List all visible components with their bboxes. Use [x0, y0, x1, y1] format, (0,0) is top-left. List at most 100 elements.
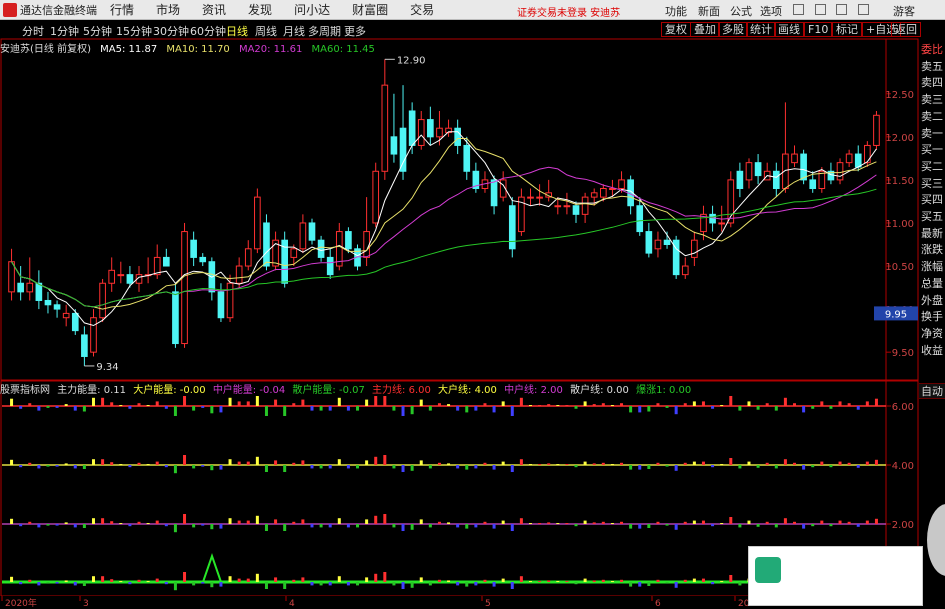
auto-button[interactable]: 自动: [919, 383, 945, 399]
energy-bar: [310, 524, 314, 528]
menu-jiaoyi[interactable]: 交易: [410, 1, 434, 18]
quote-field-17[interactable]: 净资: [919, 326, 945, 342]
energy-bar: [101, 576, 105, 582]
menu-xuanxiang[interactable]: 选项: [760, 3, 782, 19]
energy-bar: [146, 523, 150, 524]
quote-field-3[interactable]: 卖三: [919, 92, 945, 108]
energy-bar: [456, 465, 460, 469]
energy-bar: [592, 522, 596, 524]
quote-field-9[interactable]: 买四: [919, 192, 945, 208]
quote-field-12[interactable]: 涨跌: [919, 242, 945, 258]
candle-body: [809, 179, 817, 190]
energy-bar: [519, 576, 523, 582]
energy-bar: [756, 524, 760, 527]
minimize-icon[interactable]: [815, 4, 826, 15]
quote-field-18[interactable]: 收益: [919, 343, 945, 359]
quote-field-8[interactable]: 买三: [919, 176, 945, 192]
quote-field-0[interactable]: 委比: [919, 42, 945, 58]
quote-field-10[interactable]: 买五: [919, 209, 945, 225]
close-icon[interactable]: [858, 4, 869, 15]
quote-field-2[interactable]: 卖四: [919, 75, 945, 91]
candle-body: [199, 256, 207, 263]
candle-body: [800, 153, 807, 181]
back-button[interactable]: 返回: [891, 22, 921, 37]
period-15min[interactable]: 15分钟: [116, 23, 152, 39]
energy-bar: [255, 396, 259, 406]
energy-bar: [638, 582, 642, 587]
energy-bar: [356, 465, 360, 469]
menu-gongshi[interactable]: 公式: [730, 3, 752, 19]
multi-stock-button[interactable]: 多股: [718, 22, 748, 37]
energy-bar: [319, 524, 323, 528]
quote-field-7[interactable]: 买二: [919, 159, 945, 175]
f10-button[interactable]: F10: [804, 22, 833, 37]
energy-bar: [374, 573, 378, 582]
period-monthly[interactable]: 月线: [283, 23, 305, 39]
quote-field-4[interactable]: 卖二: [919, 109, 945, 125]
sub-tick-label: 6.00: [892, 402, 914, 413]
energy-bar: [183, 514, 187, 524]
quote-field-15[interactable]: 外盘: [919, 293, 945, 309]
stats-button[interactable]: 统计: [746, 22, 776, 37]
menu-hangqing[interactable]: 行情: [110, 1, 134, 18]
period-weekly[interactable]: 周线: [255, 23, 277, 39]
menu-shichang[interactable]: 市场: [156, 1, 180, 18]
floating-ball-icon[interactable]: [927, 504, 945, 576]
quote-field-13[interactable]: 涨幅: [919, 259, 945, 275]
sub-tick-label: 2.00: [892, 520, 914, 531]
sub-indicator-name[interactable]: 股票指标网: [0, 385, 50, 396]
maximize-icon[interactable]: [836, 4, 847, 15]
energy-bar: [255, 456, 259, 465]
energy-bar: [574, 524, 578, 527]
quote-field-6[interactable]: 买一: [919, 142, 945, 158]
menu-zixun[interactable]: 资讯: [202, 1, 226, 18]
energy-bar: [665, 582, 669, 584]
energy-bar: [46, 465, 50, 467]
energy-bar: [601, 462, 605, 465]
period-60min[interactable]: 60分钟: [190, 23, 226, 39]
energy-bar: [10, 459, 14, 465]
energy-bar: [383, 396, 387, 406]
energy-bar: [292, 462, 296, 465]
energy-bar: [10, 398, 14, 406]
menu-wenxiaoda[interactable]: 问小达: [294, 1, 330, 18]
energy-bar: [237, 520, 241, 524]
overlay-button[interactable]: 叠加: [690, 22, 720, 37]
energy-bar: [865, 461, 869, 465]
mark-button[interactable]: 标记: [832, 22, 862, 37]
draw-line-button[interactable]: 画线: [774, 22, 804, 37]
energy-bar: [274, 460, 278, 465]
candle-body: [791, 153, 798, 164]
quote-field-11[interactable]: 最新: [919, 226, 945, 242]
period-1min[interactable]: 1分钟: [50, 23, 79, 39]
sub-item-zhonghu: 中户能量: -0.04: [212, 385, 286, 396]
energy-bar: [829, 524, 833, 527]
menu-caifuquan[interactable]: 财富圈: [352, 1, 388, 18]
energy-bar: [119, 464, 123, 465]
energy-bar: [301, 519, 305, 524]
window-mode-icon[interactable]: [793, 4, 804, 15]
period-more[interactable]: 更多: [344, 23, 366, 39]
quote-field-1[interactable]: 卖五: [919, 59, 945, 75]
fuquan-button[interactable]: 复权: [661, 22, 691, 37]
period-30min[interactable]: 30分钟: [153, 23, 189, 39]
energy-bar: [774, 524, 778, 528]
period-fenshi[interactable]: 分时: [22, 23, 44, 39]
energy-bar: [856, 465, 860, 468]
menu-faxian[interactable]: 发现: [248, 1, 272, 18]
kline-chart[interactable]: 12.5012.0011.5011.0010.5010.009.509.9512…: [0, 0, 945, 609]
quote-field-5[interactable]: 卖一: [919, 126, 945, 142]
quote-field-16[interactable]: 换手: [919, 309, 945, 325]
menu-gongneng[interactable]: 功能: [665, 3, 687, 19]
current-price-label: 9.95: [885, 309, 907, 320]
menu-xinmian[interactable]: 新面: [698, 3, 720, 19]
quote-field-14[interactable]: 总量: [919, 276, 945, 292]
period-multi[interactable]: 多周期: [308, 23, 341, 39]
period-5min[interactable]: 5分钟: [83, 23, 112, 39]
energy-bar: [101, 518, 105, 524]
energy-bar: [328, 406, 332, 411]
guest-label[interactable]: 游客: [893, 3, 915, 19]
energy-bar: [228, 518, 232, 524]
period-daily[interactable]: 日线: [226, 23, 248, 39]
time-tick-label: 5: [485, 599, 491, 609]
